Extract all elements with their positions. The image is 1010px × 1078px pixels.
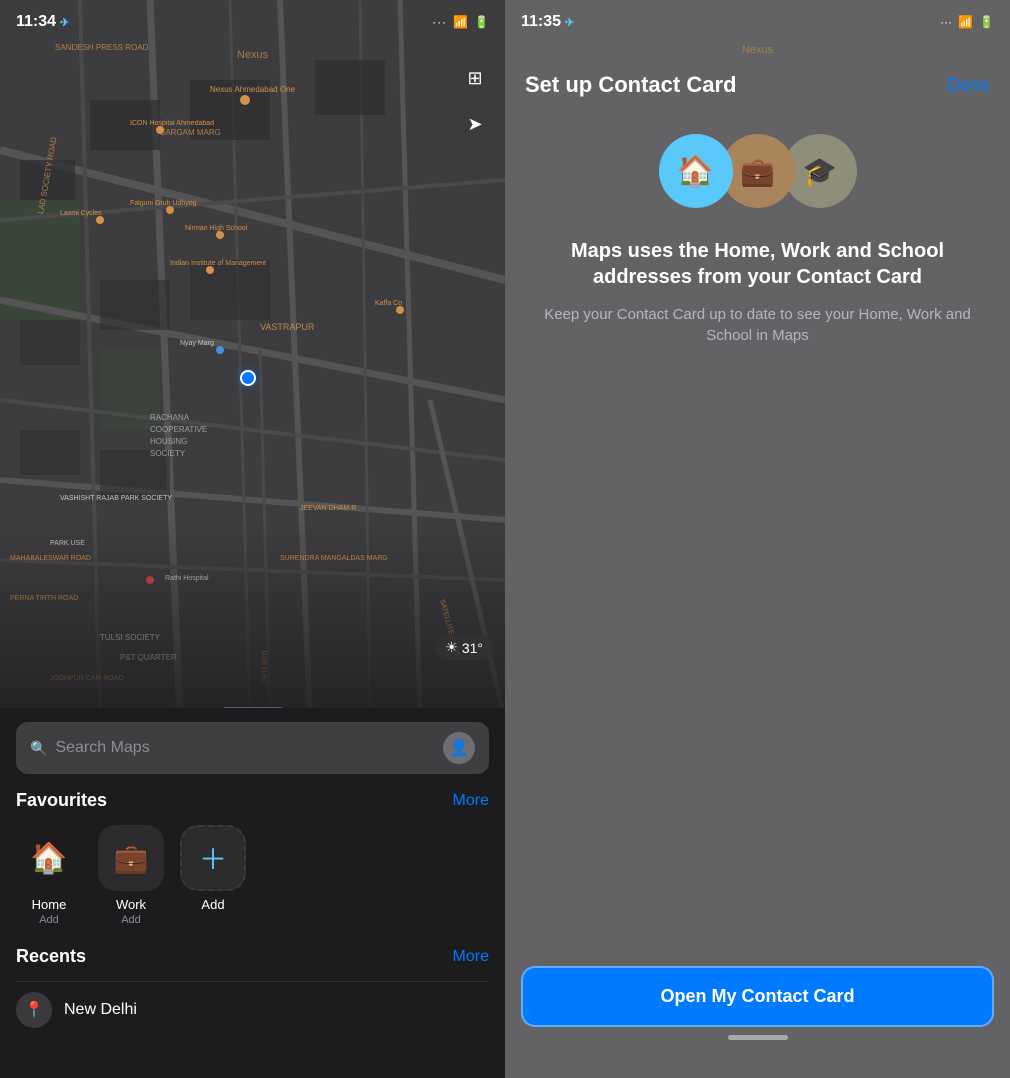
recent-location-icon: 📍: [16, 992, 52, 1028]
fav-home-icon: 🏠: [16, 825, 82, 891]
description-sub: Keep your Contact Card up to date to see…: [535, 304, 980, 346]
svg-text:VASTRAPUR: VASTRAPUR: [260, 322, 315, 332]
svg-text:ICON Hospital Ahmedabad: ICON Hospital Ahmedabad: [130, 120, 214, 127]
svg-text:HOUSING: HOUSING: [150, 437, 187, 446]
fav-work-label: Work: [116, 897, 146, 912]
contact-icons-row: 🏠 💼 🎓: [505, 134, 1010, 208]
fav-item-home[interactable]: 🏠 Home Add: [16, 825, 82, 926]
location-arrow-right: ✈: [565, 16, 574, 29]
nexus-banner-left: Nexus: [0, 44, 505, 66]
work-contact-symbol: 💼: [740, 155, 775, 188]
recents-section: Recents More 📍 New Delhi: [16, 946, 489, 1038]
bottom-sheet: 🔍 Search Maps 👤 Favourites More 🏠 Home A…: [0, 708, 505, 1078]
done-button[interactable]: Done: [947, 75, 990, 96]
search-icon-left: 🔍: [30, 740, 47, 757]
recents-header: Recents More: [16, 946, 489, 967]
weather-icon: ☀: [445, 639, 458, 656]
fav-item-add[interactable]: ＋ Add: [180, 825, 246, 926]
signal-dots-right: ···: [940, 15, 952, 29]
svg-text:Laxmi Cycles: Laxmi Cycles: [60, 210, 102, 217]
svg-text:Nirman High School: Nirman High School: [185, 225, 248, 232]
map-area[interactable]: SANDESH PRESS ROAD LAD SOCIETY ROAD SARG…: [0, 0, 505, 720]
status-bar-right: 11:35 ✈ ··· 📶 🔋: [505, 0, 1010, 44]
status-icons-right: ··· 📶 🔋: [940, 15, 994, 29]
signal-dots-left: ···: [432, 15, 447, 29]
status-bar-left: 11:34 ✈ ··· 📶 🔋: [0, 0, 505, 44]
home-symbol: 🏠: [30, 841, 67, 876]
description-area: Maps uses the Home, Work and School addr…: [505, 238, 1010, 346]
svg-text:SARGAM MARG: SARGAM MARG: [160, 128, 221, 137]
battery-icon-right: 🔋: [979, 15, 994, 29]
svg-text:RACHANA: RACHANA: [150, 413, 190, 422]
search-placeholder: Search Maps: [55, 739, 435, 757]
location-dot: [240, 370, 256, 386]
weather-badge: ☀ 31°: [435, 635, 493, 660]
status-icons-left: ··· 📶 🔋: [432, 15, 489, 29]
location-button[interactable]: ➤: [457, 106, 493, 142]
battery-icon-left: 🔋: [474, 15, 489, 29]
fav-item-work[interactable]: 💼 Work Add: [98, 825, 164, 926]
time-display-left: 11:34 ✈: [16, 13, 69, 31]
open-contact-button[interactable]: Open My Contact Card: [521, 966, 994, 1027]
map-fade: [0, 520, 505, 720]
nexus-banner-right: Nexus: [505, 44, 1010, 56]
nexus-text-left: Nexus: [237, 49, 268, 61]
home-indicator-right: [728, 1035, 788, 1040]
svg-text:Nyay Marg: Nyay Marg: [180, 340, 214, 347]
favourites-row: 🏠 Home Add 💼 Work Add ＋ Add: [16, 825, 489, 926]
svg-text:Falguni Gruh Udhyog: Falguni Gruh Udhyog: [130, 200, 197, 207]
add-symbol: ＋: [199, 838, 227, 878]
home-contact-symbol: 🏠: [677, 154, 714, 189]
time-text-left: 11:34: [16, 13, 56, 31]
fav-work-icon: 💼: [98, 825, 164, 891]
time-display-right: 11:35 ✈: [521, 13, 574, 31]
time-text-right: 11:35: [521, 13, 561, 31]
right-spacer: [505, 346, 1010, 966]
left-panel: SANDESH PRESS ROAD LAD SOCIETY ROAD SARG…: [0, 0, 505, 1078]
nexus-text-right: Nexus: [742, 44, 773, 56]
recent-item-delhi[interactable]: 📍 New Delhi: [16, 981, 489, 1038]
school-contact-symbol: 🎓: [802, 155, 837, 188]
fav-home-label: Home: [32, 897, 67, 912]
map-controls[interactable]: ⊞ ➤: [457, 60, 493, 142]
recent-item-label: New Delhi: [64, 1001, 137, 1019]
search-bar[interactable]: 🔍 Search Maps 👤: [16, 722, 489, 774]
right-panel: 11:35 ✈ ··· 📶 🔋 Nexus Set up Contact Car…: [505, 0, 1010, 1078]
weather-temp: 31°: [462, 640, 483, 656]
contact-home-icon: 🏠: [659, 134, 733, 208]
fav-add-label: Add: [201, 897, 224, 912]
svg-text:Nexus Ahmedabad One: Nexus Ahmedabad One: [210, 85, 295, 94]
location-arrow-left: ✈: [60, 16, 69, 29]
svg-text:SOCIETY: SOCIETY: [150, 449, 186, 458]
svg-text:JEEVAN DHAM R: JEEVAN DHAM R: [300, 505, 356, 512]
wifi-icon-left: 📶: [453, 15, 468, 29]
svg-text:COOPERATIVE: COOPERATIVE: [150, 425, 207, 434]
user-avatar[interactable]: 👤: [443, 732, 475, 764]
title-bar-right: Set up Contact Card Done: [505, 60, 1010, 114]
fav-work-sublabel: Add: [121, 914, 141, 926]
work-symbol: 💼: [114, 842, 149, 875]
favourites-more[interactable]: More: [453, 792, 489, 810]
fav-home-sublabel: Add: [39, 914, 59, 926]
favourites-title: Favourites: [16, 790, 107, 811]
fav-add-icon: ＋: [180, 825, 246, 891]
description-main: Maps uses the Home, Work and School addr…: [535, 238, 980, 290]
card-title: Set up Contact Card: [525, 72, 736, 98]
map-type-button[interactable]: ⊞: [457, 60, 493, 96]
recents-more[interactable]: More: [453, 948, 489, 966]
bottom-action-area: Open My Contact Card: [505, 966, 1010, 1078]
favourites-header: Favourites More: [16, 790, 489, 811]
svg-text:Kaffa Co: Kaffa Co: [375, 300, 402, 307]
svg-text:VASHISHT RAJAB PARK SOCIETY: VASHISHT RAJAB PARK SOCIETY: [60, 495, 172, 502]
recents-title: Recents: [16, 946, 86, 967]
svg-text:Indian Institute of Management: Indian Institute of Management: [170, 260, 266, 267]
wifi-icon-right: 📶: [958, 15, 973, 29]
